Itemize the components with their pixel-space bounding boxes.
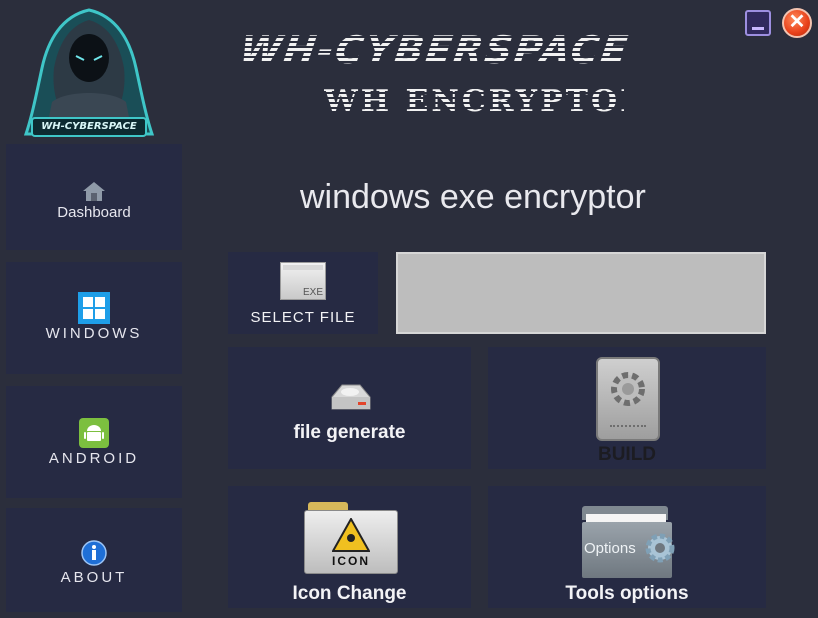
select-file-button[interactable]: EXE SELECT FILE [228, 252, 378, 334]
build-label: BUILD [597, 444, 657, 465]
app-title: WH ENCRYPTOR [324, 84, 649, 119]
icon-folder-icon: ICON [304, 502, 398, 574]
brand-title: WH-CYBERSPACE [237, 28, 723, 72]
sidebar-item-label: Dashboard [57, 204, 131, 221]
select-file-label: SELECT FILE [250, 309, 356, 326]
windows-icon [78, 292, 110, 324]
options-folder-text: Options [584, 540, 636, 557]
tools-options-label: Tools options [565, 583, 689, 604]
file-path-field[interactable] [396, 252, 766, 334]
build-button[interactable]: BUILD [488, 347, 766, 469]
sidebar-item-windows[interactable]: WINDOWS [6, 262, 182, 374]
sidebar-item-label: ANDROID [48, 450, 140, 467]
page-title: windows exe encryptor [300, 178, 646, 216]
android-icon [79, 418, 109, 448]
hard-drive-icon [331, 384, 371, 410]
logo-text: WH-CYBERSPACE [41, 121, 137, 132]
tools-options-button[interactable]: Options Tools options [488, 486, 766, 608]
logo: WH-CYBERSPACE [22, 6, 156, 140]
icon-change-button[interactable]: ICON Icon Change [228, 486, 471, 608]
exe-icon-text: EXE [302, 287, 323, 298]
gear-icon [596, 357, 660, 441]
info-icon [81, 540, 107, 566]
options-folder-icon: Options [582, 500, 678, 580]
sidebar-item-label: WINDOWS [45, 325, 143, 342]
minimize-icon [752, 27, 764, 30]
minimize-button[interactable] [745, 10, 771, 36]
sidebar-item-label: ABOUT [60, 569, 128, 586]
close-button[interactable]: ✕ [782, 8, 812, 38]
exe-file-icon: EXE [280, 262, 326, 300]
close-icon: ✕ [788, 11, 806, 33]
icon-folder-text: ICON [332, 554, 370, 568]
sidebar-item-android[interactable]: ANDROID [6, 386, 182, 498]
sidebar-item-dashboard[interactable]: Dashboard [6, 144, 182, 250]
sidebar-item-about[interactable]: ABOUT [6, 508, 182, 612]
file-generate-button[interactable]: file generate [228, 347, 471, 469]
home-icon [83, 182, 105, 201]
file-generate-label: file generate [293, 422, 406, 443]
icon-change-label: Icon Change [292, 583, 407, 604]
